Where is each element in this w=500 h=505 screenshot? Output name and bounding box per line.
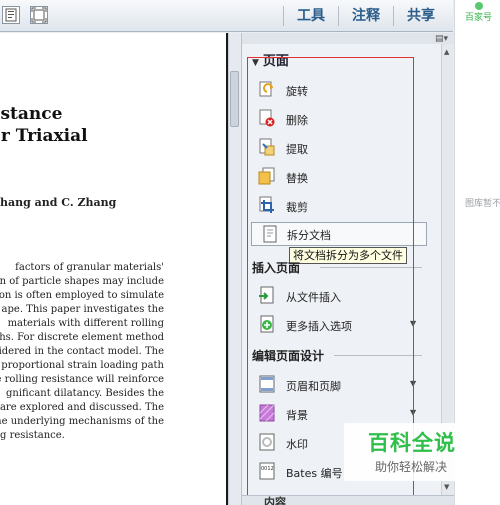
tool-split-document[interactable]: 拆分文档 [251, 222, 427, 246]
rotate-icon [258, 80, 276, 98]
watermark-subtitle: 助你轻松解决 [375, 460, 448, 474]
doc-body-line: he rolling resistance will reinforce [0, 374, 164, 385]
background-icon [258, 404, 276, 422]
header-footer-icon [258, 375, 276, 393]
submenu-arrow-icon: ▼ [410, 379, 417, 388]
section-pages-title: 页面 [262, 54, 289, 69]
section-content-title: 内容 [264, 496, 286, 505]
section-insert-title: 插入页面 [252, 261, 301, 275]
insert-from-file-icon [258, 286, 276, 304]
submenu-arrow-icon: ▼ [410, 319, 417, 328]
tool-label: 裁剪 [286, 201, 308, 214]
more-insert-icon [258, 315, 276, 333]
tool-label: 提取 [286, 143, 308, 156]
doc-body-line: ape. This paper investigates the [1, 304, 164, 315]
submenu-arrow-icon: ▼ [410, 408, 417, 417]
collapse-arrow-icon: ▼ [252, 58, 259, 68]
watermark-title: 百科全说 [368, 431, 456, 455]
doc-body-line: e proportional strain loading path [0, 360, 164, 371]
tool-label: 拆分文档 [287, 229, 331, 242]
section-pages-header[interactable]: ▼ 页面 [252, 50, 289, 69]
tool-label: 删除 [286, 114, 308, 127]
fit-page-icon[interactable] [30, 6, 48, 24]
scroll-up-icon[interactable]: ▲ [444, 48, 449, 56]
split-tooltip: 将文档拆分为多个文件 [289, 247, 407, 264]
page-view-icon[interactable] [2, 6, 20, 24]
tool-label: 更多插入选项 [286, 320, 352, 333]
extract-icon [258, 138, 276, 156]
site-mid-text: 图库暂不 [465, 199, 500, 209]
document-page: istance er Triaxial hang and C. Zhang fa… [0, 33, 228, 505]
doc-authors: hang and C. Zhang [0, 196, 117, 209]
scrollbar-thumb[interactable] [230, 71, 239, 127]
doc-body-line: the underlying mechanisms of the [0, 416, 164, 427]
site-watermark: 百科全说 助你轻松解决 [344, 423, 470, 481]
watermark-icon [258, 433, 276, 451]
doc-body-line: ion of particle shapes may include [0, 276, 164, 287]
panel-options-icon[interactable]: ▤▾ [435, 34, 448, 44]
crop-icon [258, 196, 276, 214]
doc-body-line: g resistance. [0, 430, 65, 441]
section-divider [334, 355, 422, 356]
split-document-icon [261, 225, 279, 243]
tool-label: 背景 [286, 409, 308, 422]
site-top-text[interactable]: 百家号 [465, 10, 492, 23]
tool-label: Bates 编号 [286, 467, 343, 480]
panel-header: ▤▾ [242, 33, 454, 44]
tool-label: 替换 [286, 172, 308, 185]
toolbar-divider [338, 6, 339, 26]
tool-label: 旋转 [286, 85, 308, 98]
tools-button[interactable]: 工具 [297, 6, 325, 26]
section-design-title: 编辑页面设计 [252, 349, 325, 363]
doc-body-line: are explored and discussed. The [0, 402, 164, 413]
comment-button[interactable]: 注释 [352, 6, 380, 26]
share-button[interactable]: 共享 [407, 6, 435, 26]
top-toolbar: 工具 注释 共享 [0, 0, 453, 32]
section-content-header[interactable]: 内容 [242, 495, 454, 505]
doc-body-line: gnificant dilatancy. Besides the [6, 388, 164, 399]
document-scrollbar[interactable] [228, 33, 240, 505]
doc-title-line-2: er Triaxial [0, 126, 88, 146]
site-logo-icon [475, 2, 483, 10]
section-divider [320, 267, 422, 268]
toolbar-divider [393, 6, 394, 26]
tool-label: 从文件插入 [286, 291, 341, 304]
scroll-down-icon[interactable]: ▼ [444, 483, 449, 491]
svg-text:0012: 0012 [261, 466, 274, 472]
doc-body-line: idered in the contact model. The [0, 346, 164, 357]
doc-body-line: materials with different rolling [7, 318, 164, 329]
tool-label: 页眉和页脚 [286, 380, 341, 393]
doc-body-line: on is often employed to simulate [0, 290, 164, 301]
bates-number-icon: 0012 [258, 462, 276, 480]
doc-title-line-1: istance [0, 104, 63, 124]
replace-icon [258, 167, 276, 185]
doc-body-line: factors of granular materials' [15, 262, 164, 273]
doc-body-line: ths. For discrete element method [0, 332, 164, 343]
tool-label: 水印 [286, 438, 308, 451]
toolbar-divider [283, 6, 284, 26]
delete-page-icon [258, 109, 276, 127]
